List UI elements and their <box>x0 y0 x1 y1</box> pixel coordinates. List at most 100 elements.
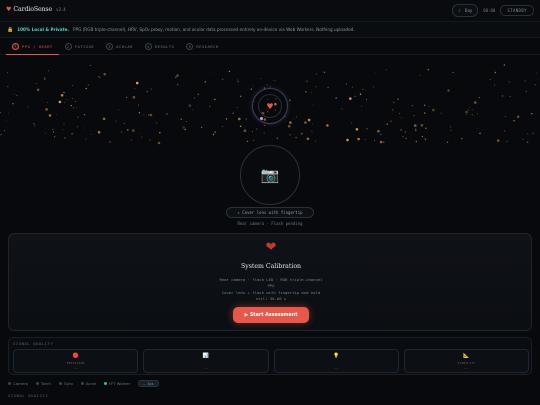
particle <box>315 140 317 142</box>
particle <box>467 109 469 111</box>
particle <box>307 118 311 122</box>
particle <box>413 114 415 116</box>
particle <box>357 137 360 141</box>
particle <box>71 133 73 135</box>
particle <box>289 134 291 136</box>
particle <box>97 131 101 134</box>
particle <box>392 109 394 111</box>
particle <box>397 98 399 100</box>
particle <box>311 130 313 133</box>
particle <box>134 88 136 89</box>
theme-toggle-button[interactable]: ☾ Day <box>452 4 479 17</box>
particle <box>506 140 508 143</box>
particle <box>440 112 442 114</box>
particle <box>503 64 506 66</box>
particle <box>446 141 449 143</box>
particle <box>180 118 182 120</box>
tab-results[interactable]: 4 RESULTS <box>139 38 181 55</box>
particle <box>118 109 120 111</box>
lock-icon: 🔒 <box>7 26 14 33</box>
particle <box>306 137 310 141</box>
particle <box>471 114 473 116</box>
particle <box>150 88 152 90</box>
particle <box>228 70 231 73</box>
particle <box>276 137 278 139</box>
particle <box>27 106 29 108</box>
particle <box>501 95 504 97</box>
particle <box>146 90 148 93</box>
particle <box>193 97 196 99</box>
particle <box>143 114 145 116</box>
particle <box>239 125 242 128</box>
particle <box>52 131 55 133</box>
particle <box>465 110 468 114</box>
particle <box>7 112 9 114</box>
particle <box>400 129 402 131</box>
particle <box>90 134 92 135</box>
sensor-camera: Camera <box>8 381 28 386</box>
particle <box>289 121 292 124</box>
calibration-line: Cover lens + flash with fingertip and ho… <box>221 290 321 295</box>
camera-preview[interactable]: 📷 <box>240 145 300 205</box>
particle <box>424 139 427 141</box>
particle <box>402 135 404 138</box>
brand: ♥ CardioSense v3.4 <box>6 6 66 13</box>
tab-ocular[interactable]: 3 OCULAR <box>100 38 139 55</box>
top-bar: ♥ CardioSense v3.4 ☾ Day 00:00 STANDBY <box>0 0 540 22</box>
particle <box>524 80 526 82</box>
particle <box>374 140 375 141</box>
particle <box>0 111 1 114</box>
session-timer: 00:00 <box>483 8 496 13</box>
particle <box>362 88 364 91</box>
particle <box>509 95 511 98</box>
particle <box>346 83 348 85</box>
particle <box>532 132 534 134</box>
particle <box>304 121 307 124</box>
particle <box>326 124 329 127</box>
particle <box>243 129 247 132</box>
particle <box>366 99 367 101</box>
particle <box>379 140 383 144</box>
tab-label: PPG / HEART <box>22 43 53 49</box>
particle <box>64 137 66 139</box>
particle <box>372 86 374 88</box>
orbit-dot <box>260 117 263 120</box>
app-version: v3.4 <box>56 7 66 12</box>
mode-status-button[interactable]: STANDBY <box>500 5 534 16</box>
particle <box>102 117 106 121</box>
particle <box>323 71 326 73</box>
particle <box>250 88 252 90</box>
metric-value: -- <box>73 366 78 370</box>
sensor-accel: Accel <box>80 381 96 386</box>
start-assessment-button[interactable]: ▶ Start Assessment <box>233 307 309 323</box>
particle <box>405 137 407 140</box>
particle <box>427 69 429 71</box>
particle <box>536 72 538 74</box>
status-dot-icon <box>80 382 84 385</box>
particle <box>479 132 481 134</box>
particle <box>414 124 417 127</box>
tab-ppg-heart[interactable]: 1 PPG / HEART <box>6 38 59 55</box>
particle <box>72 107 75 109</box>
particle <box>260 78 262 80</box>
particle <box>36 88 40 92</box>
particle <box>385 69 387 71</box>
particle <box>99 76 101 79</box>
particle <box>341 108 343 110</box>
particle <box>212 133 215 136</box>
particle <box>5 120 7 122</box>
particle <box>232 112 234 114</box>
particle <box>315 86 317 88</box>
particle <box>200 126 203 129</box>
particle <box>44 78 46 80</box>
particle <box>62 129 64 131</box>
tab-fatigue[interactable]: 2 FATIGUE <box>59 38 101 55</box>
tab-research[interactable]: 5 RESEARCH <box>180 38 224 55</box>
particle <box>399 113 401 114</box>
particle <box>327 86 329 89</box>
particle <box>237 79 239 81</box>
particle <box>177 83 179 86</box>
sensor-status-row: Camera Torch Gyro Accel FFT Worker — Ips <box>8 379 159 388</box>
sensor-label: Accel <box>85 381 96 386</box>
particle <box>315 73 317 75</box>
